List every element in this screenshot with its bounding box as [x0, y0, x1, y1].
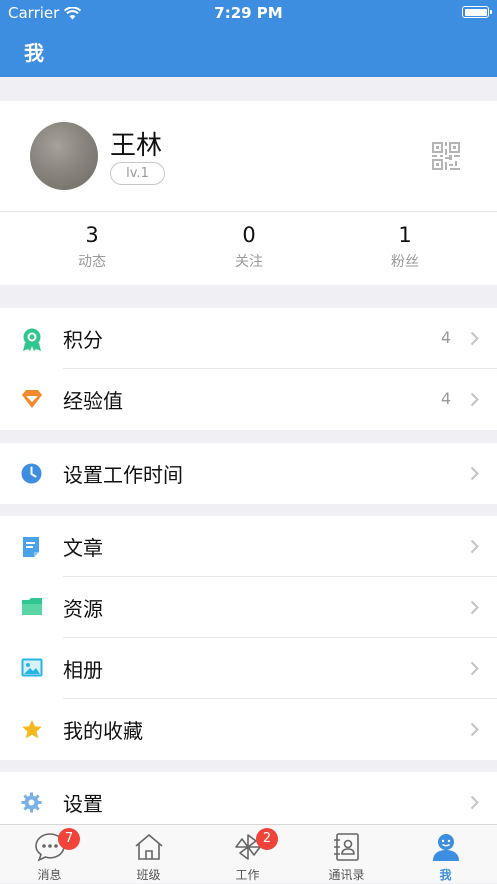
menu-item-resources[interactable]: 资源	[0, 577, 497, 638]
avatar[interactable]	[30, 122, 98, 190]
divider	[0, 211, 497, 212]
stat-value: 0	[242, 223, 256, 247]
tab-work[interactable]: 2 工作	[198, 825, 297, 884]
tab-contacts[interactable]: 通讯录	[297, 825, 396, 884]
unread-badge: 7	[58, 828, 80, 850]
star-icon	[22, 720, 42, 739]
stat-label: 关注	[235, 254, 263, 270]
person-icon	[433, 834, 459, 861]
menu-value: 4	[440, 328, 451, 347]
menu-group-work-time: 设置工作时间	[0, 443, 497, 504]
tab-label: 通讯录	[328, 868, 365, 882]
stat-label: 粉丝	[391, 254, 419, 270]
chevron-right-icon	[470, 392, 479, 407]
status-bar: Carrier 7:29 PM	[0, 0, 497, 26]
menu-label: 相册	[63, 658, 103, 682]
menu-group-points: 积分 4 经验值 4	[0, 308, 497, 430]
username: 王林	[110, 131, 163, 161]
menu-group-content: 文章 资源 相册 我的收藏	[0, 516, 497, 760]
tab-me[interactable]: 我	[396, 825, 495, 884]
image-icon	[21, 658, 43, 677]
tab-label: 我	[439, 868, 452, 882]
gear-icon	[21, 792, 42, 813]
chevron-right-icon	[470, 600, 479, 615]
profile-card[interactable]: 王林 lv.1 3 动态 0 关注 1 粉丝	[0, 101, 497, 285]
menu-item-work-time[interactable]: 设置工作时间	[0, 443, 497, 504]
clock: 7:29 PM	[214, 4, 283, 22]
tab-bar: 7 消息 班级 2 工作 通讯录 我	[0, 824, 497, 883]
stat-label: 动态	[78, 254, 106, 270]
chevron-right-icon	[470, 331, 479, 346]
house-icon	[135, 834, 163, 860]
tab-label: 工作	[235, 868, 260, 882]
chevron-right-icon	[470, 539, 479, 554]
tab-label: 消息	[37, 868, 62, 882]
page-title: 我	[24, 41, 44, 65]
menu-value: 4	[440, 389, 451, 408]
folder-icon	[22, 598, 42, 615]
top-bar: Carrier 7:29 PM 我	[0, 0, 497, 77]
stat-following[interactable]: 0 关注	[189, 223, 309, 271]
menu-label: 设置工作时间	[63, 463, 183, 487]
menu-label: 设置	[63, 792, 103, 816]
stat-value: 1	[398, 223, 412, 247]
menu-item-points[interactable]: 积分 4	[0, 308, 497, 369]
diamond-icon	[22, 390, 42, 408]
menu-label: 文章	[63, 536, 103, 560]
menu-label: 经验值	[63, 389, 123, 413]
medal-icon	[23, 328, 41, 351]
qr-code-icon[interactable]	[432, 142, 460, 170]
level-badge: lv.1	[110, 162, 165, 185]
unread-badge: 2	[256, 828, 278, 850]
document-icon	[23, 537, 39, 557]
tab-class[interactable]: 班级	[99, 825, 198, 884]
menu-item-experience[interactable]: 经验值 4	[0, 369, 497, 430]
menu-item-album[interactable]: 相册	[0, 638, 497, 699]
battery-icon	[462, 6, 492, 18]
stat-value: 3	[85, 223, 99, 247]
chevron-right-icon	[470, 466, 479, 481]
menu-item-favorites[interactable]: 我的收藏	[0, 699, 497, 760]
menu-label: 我的收藏	[63, 719, 143, 743]
menu-label: 积分	[63, 328, 103, 352]
tab-messages[interactable]: 7 消息	[0, 825, 99, 884]
menu-label: 资源	[63, 597, 103, 621]
tab-label: 班级	[136, 868, 161, 882]
chevron-right-icon	[470, 795, 479, 810]
chevron-right-icon	[470, 722, 479, 737]
contacts-book-icon	[334, 833, 359, 861]
stat-followers[interactable]: 1 粉丝	[345, 223, 465, 271]
stat-posts[interactable]: 3 动态	[32, 223, 152, 271]
clock-icon	[21, 463, 42, 484]
menu-item-articles[interactable]: 文章	[0, 516, 497, 577]
chevron-right-icon	[470, 661, 479, 676]
